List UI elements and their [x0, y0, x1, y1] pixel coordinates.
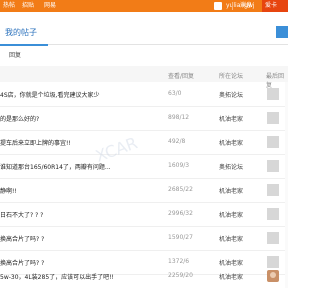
header-forum: 所在论坛: [219, 73, 244, 80]
nav-item-hot[interactable]: 热帖: [3, 2, 15, 10]
post-stats: 2685/22: [168, 186, 193, 193]
topbar-divider: [232, 2, 233, 10]
post-forum-link[interactable]: 机油老家: [219, 210, 243, 219]
subnav-replies[interactable]: 回复: [9, 50, 21, 59]
post-stats: 1590/27: [168, 234, 193, 241]
table-row[interactable]: 换高合片了吗? ? 1590/27 机油老家: [0, 226, 288, 251]
table-row[interactable]: 日石不大了? ? ? 2996/32 机油老家: [0, 202, 288, 227]
post-forum-link[interactable]: 机油老家: [219, 234, 243, 243]
last-reply-avatar[interactable]: [267, 112, 279, 124]
table-row[interactable]: 4S店，你就是个垃圾,看完建议大家少 63/0 奥拓论坛: [0, 82, 288, 107]
post-forum-link[interactable]: 奥拓论坛: [219, 162, 243, 171]
post-title-link[interactable]: 静啊!!: [0, 186, 17, 195]
post-title-link[interactable]: 的是那么好的?: [0, 114, 39, 123]
tab-bar: 我的帖子: [0, 21, 288, 46]
last-reply-avatar[interactable]: [267, 160, 279, 172]
post-title-link[interactable]: 谁知道那台165/60R14了，两瓣有问题...: [0, 162, 111, 171]
tab-my-posts[interactable]: 我的帖子: [0, 21, 48, 46]
post-title-link[interactable]: 提车后来立即上牌的事宜!!: [0, 138, 71, 147]
user-avatar-icon[interactable]: [214, 2, 222, 10]
post-stats: 63/0: [168, 90, 182, 97]
post-forum-link[interactable]: 机油老家: [219, 186, 243, 195]
table-row[interactable]: 提车后来立即上牌的事宜!! 492/8 机油老家: [0, 130, 288, 155]
post-stats: 492/8: [168, 138, 186, 145]
last-reply-avatar[interactable]: [267, 208, 279, 220]
table-row[interactable]: 谁知道那台165/60R14了，两瓣有问题... 1609/3 奥拓论坛: [0, 154, 288, 179]
post-stats: 2996/32: [168, 210, 193, 217]
brand-button[interactable]: 爱卡: [262, 0, 288, 12]
post-stats: 2259/20: [168, 272, 193, 279]
post-forum-link[interactable]: 奥拓论坛: [219, 90, 243, 99]
table-row[interactable]: 的是那么好的? 898/12 机油老家: [0, 106, 288, 131]
post-title-link[interactable]: 换高合片了吗? ?: [0, 234, 44, 243]
table-row[interactable]: 5w-30，4L装285了，应该可以出手了吧!! 2259/20 机油老家: [0, 264, 288, 288]
post-forum-link[interactable]: 机油老家: [219, 114, 243, 123]
post-title-link[interactable]: 5w-30，4L装285了，应该可以出手了吧!!: [0, 272, 114, 281]
notices-link[interactable]: 消息: [240, 2, 252, 10]
post-title-link[interactable]: 日石不大了? ? ?: [0, 210, 43, 219]
nav-item-netease[interactable]: 网易: [44, 2, 56, 10]
post-title-link[interactable]: 4S店，你就是个垃圾,看完建议大家少: [0, 90, 100, 99]
brand-label: 爱卡: [265, 2, 278, 9]
post-stats: 1609/3: [168, 162, 190, 169]
table-row[interactable]: 静啊!! 2685/22 机油老家: [0, 178, 288, 203]
tab-my-posts-label: 我的帖子: [5, 28, 37, 37]
search-button[interactable]: [276, 26, 288, 38]
last-reply-avatar[interactable]: [267, 270, 279, 282]
header-views-replies: 查看/回复: [168, 73, 195, 80]
top-navigation-bar: 热帖 招贴 网易 yuliangwj 消息 爱卡: [0, 0, 288, 12]
post-forum-link[interactable]: 机油老家: [219, 272, 243, 281]
last-reply-avatar[interactable]: [267, 232, 279, 244]
post-stats: 898/12: [168, 114, 190, 121]
table-header: 查看/回复 所在论坛 最后回复: [0, 66, 288, 89]
scrollbar[interactable]: [285, 82, 288, 288]
last-reply-avatar[interactable]: [267, 88, 279, 100]
nav-item-recruit[interactable]: 招贴: [22, 2, 34, 10]
last-reply-avatar[interactable]: [267, 184, 279, 196]
last-reply-avatar[interactable]: [267, 136, 279, 148]
post-forum-link[interactable]: 机油老家: [219, 138, 243, 147]
